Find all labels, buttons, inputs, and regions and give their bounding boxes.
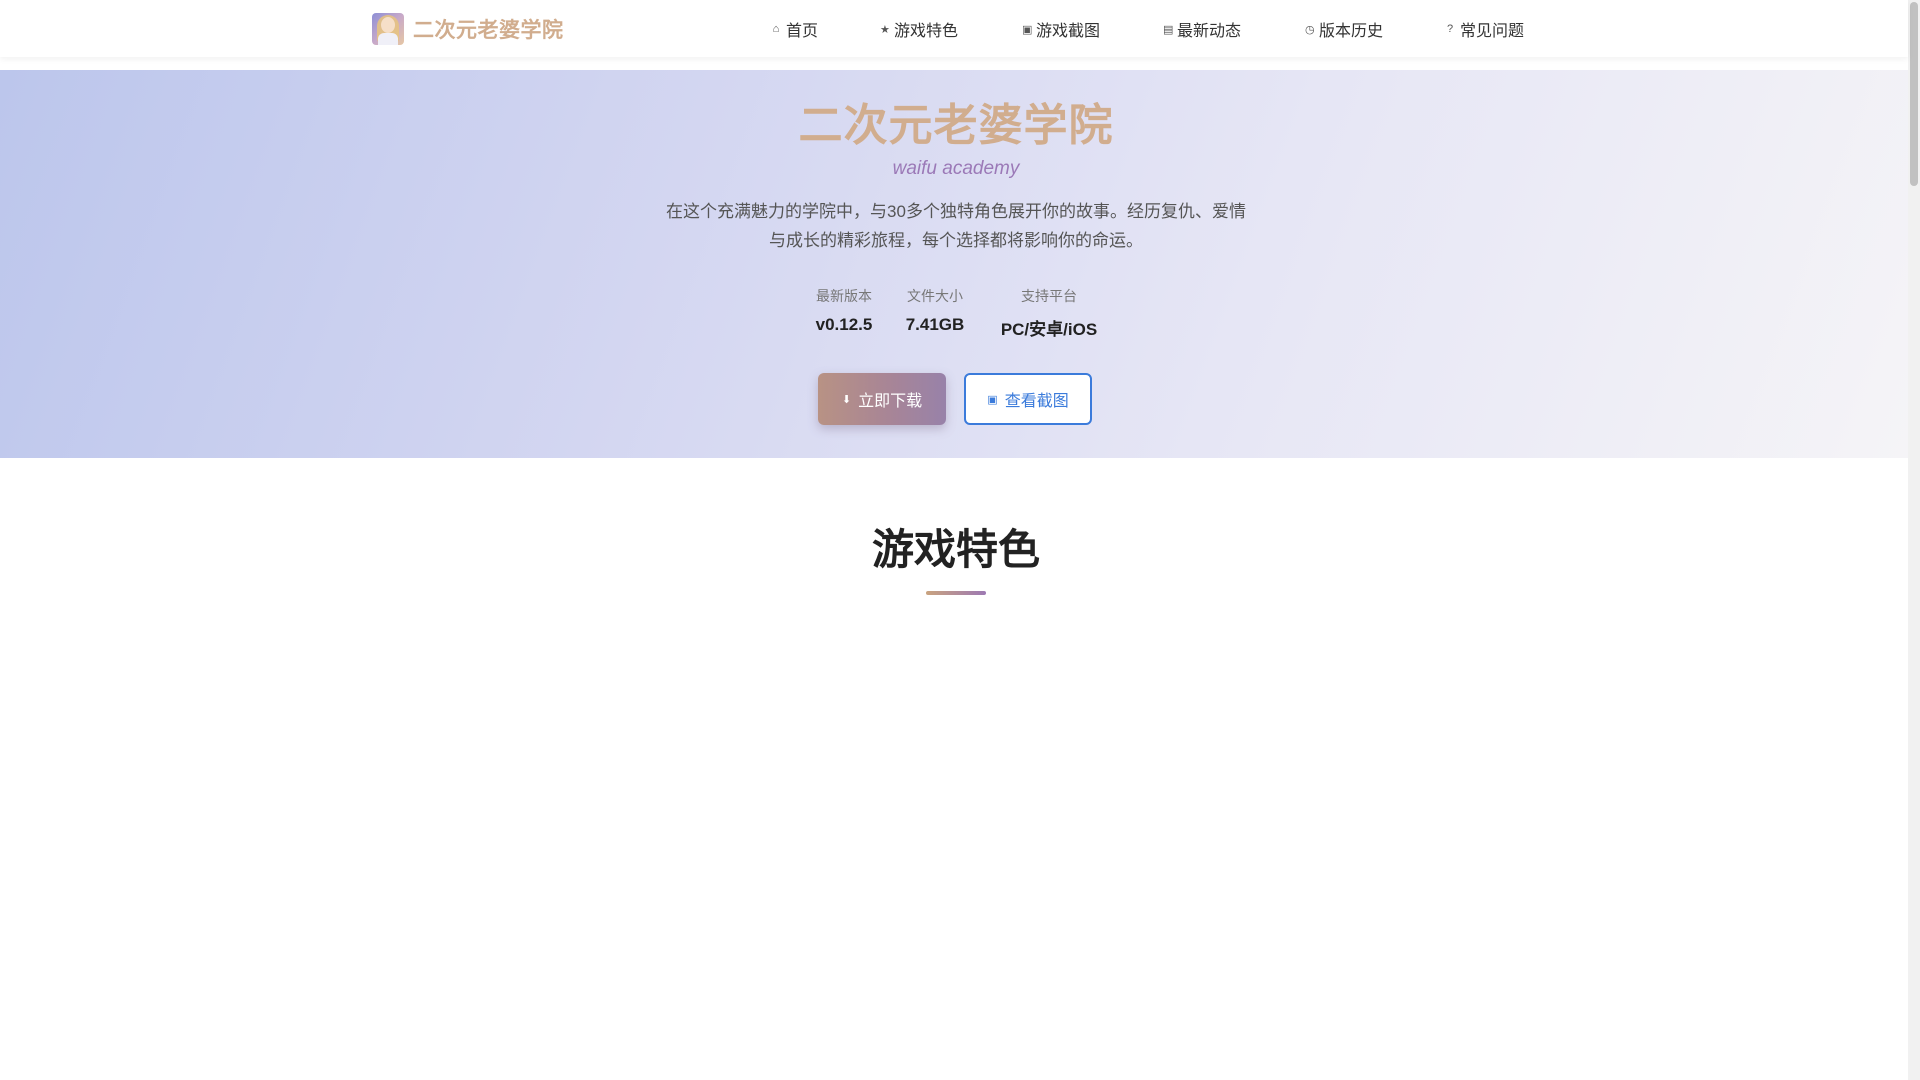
hero-title: 二次元老婆学院 — [798, 101, 1114, 150]
image-icon: ▣ — [1022, 23, 1033, 36]
nav-label-home: 首页 — [786, 23, 819, 40]
stat-version-label: 最新版本 — [816, 288, 872, 304]
features-section-title: 游戏特色 — [871, 526, 1040, 573]
stat-platform-value: PC/安卓/iOS — [1000, 320, 1098, 339]
nav-label-features: 游戏特色 — [894, 23, 959, 40]
view-screenshots-label: 查看截图 — [1004, 393, 1069, 410]
hero-description: 在这个充满魅力的学院中，与30多个独特角色展开你的故事。经历复仇、爱情与成长的精… — [666, 202, 1246, 250]
nav-item-home[interactable]: ⌂ 首页 — [772, 18, 818, 40]
stat-size-value: 7.41GB — [905, 315, 965, 334]
hero-subtitle: waifu academy — [892, 158, 1020, 179]
page-scrollbar[interactable] — [1908, 0, 1920, 1080]
nav-item-features[interactable]: ★ 游戏特色 — [880, 18, 958, 40]
nav-item-screenshots[interactable]: ▣ 游戏截图 — [1022, 18, 1100, 40]
brand[interactable]: 二次元老婆学院 — [372, 13, 564, 45]
brand-name: 二次元老婆学院 — [413, 19, 564, 42]
nav-item-news[interactable]: ▤ 最新动态 — [1163, 18, 1241, 40]
section-title-underline — [926, 591, 986, 595]
download-button[interactable]: ⬇ 立即下载 — [818, 373, 946, 425]
question-icon: ? — [1446, 23, 1454, 35]
logo-face — [381, 17, 395, 33]
home-icon: ⌂ — [772, 23, 780, 35]
top-navbar: 二次元老婆学院 ⌂ 首页 ★ 游戏特色 ▣ 游戏截图 ▤ 最新动态 ◷ 版本历史… — [0, 0, 1908, 57]
nav-label-screenshots: 游戏截图 — [1036, 23, 1101, 40]
image-icon: ▣ — [987, 393, 998, 406]
brand-logo — [372, 13, 404, 45]
stat-platform: 支持平台 PC/安卓/iOS — [994, 286, 1104, 340]
stat-size-label: 文件大小 — [907, 288, 963, 304]
news-icon: ▤ — [1163, 23, 1174, 36]
stat-version-value: v0.12.5 — [815, 315, 873, 334]
stat-size: 文件大小 7.41GB — [902, 286, 968, 335]
star-icon: ★ — [880, 23, 890, 36]
download-button-label: 立即下载 — [858, 393, 923, 410]
history-icon: ◷ — [1305, 23, 1315, 36]
stat-platform-label: 支持平台 — [1021, 288, 1077, 304]
nav-label-faq: 常见问题 — [1460, 23, 1525, 40]
nav-item-history[interactable]: ◷ 版本历史 — [1305, 18, 1383, 40]
nav-item-faq[interactable]: ? 常见问题 — [1446, 18, 1524, 40]
nav-label-news: 最新动态 — [1177, 23, 1242, 40]
logo-body — [378, 33, 398, 45]
stat-version: 最新版本 v0.12.5 — [812, 286, 876, 335]
view-screenshots-button[interactable]: ▣ 查看截图 — [964, 373, 1092, 425]
download-icon: ⬇ — [841, 393, 852, 406]
scrollbar-thumb[interactable] — [1910, 2, 1918, 186]
nav-label-history: 版本历史 — [1319, 23, 1384, 40]
